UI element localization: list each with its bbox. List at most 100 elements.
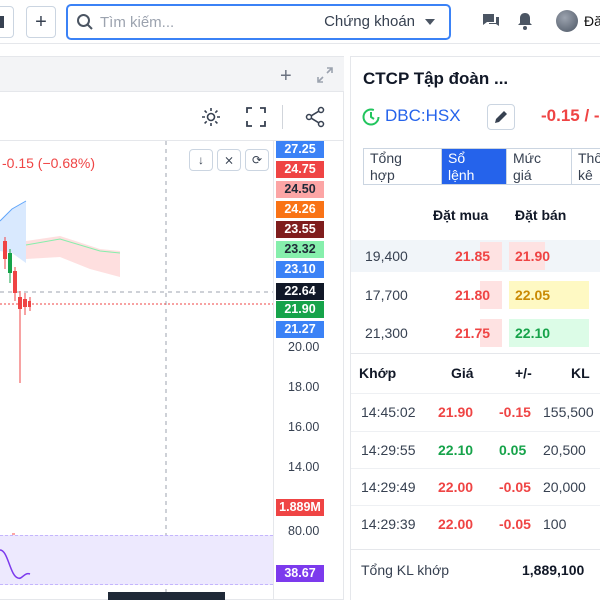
bell-icon[interactable] (516, 11, 534, 31)
order-volume: 21,300 (365, 325, 408, 341)
chart-change-text: -0.15 (−0.68%) (2, 155, 95, 171)
toolbar-divider (282, 105, 283, 129)
trade-volume: 155,500 (543, 404, 594, 420)
tab-statistics[interactable]: Thố kê (572, 149, 600, 184)
chart-mini-controls: ↓ ⨯ ⟳ (189, 149, 269, 171)
price-axis-label: 1.889M (276, 499, 324, 516)
search-icon (77, 14, 93, 30)
chart-panel-header: + (0, 57, 344, 92)
ask-price: 22.05 (515, 287, 551, 303)
ask-price: 21.90 (515, 248, 551, 264)
price-axis[interactable]: 27.25 24.75 24.50 24.26 23.55 23.32 23.10 22.64… (273, 141, 343, 600)
tab-summary[interactable]: Tổng hợp (364, 149, 442, 184)
bid-header: Đặt mua (433, 207, 489, 223)
edit-button[interactable] (487, 104, 515, 130)
order-volume: 17,700 (365, 287, 408, 303)
tab-statistics-line2: kê (578, 167, 593, 183)
collapse-icon: ⨯ (223, 153, 235, 167)
price-axis-label: 21.27 (276, 321, 324, 338)
fullscreen-icon[interactable] (245, 106, 267, 128)
company-name: CTCP Tập đoàn ... (363, 69, 509, 88)
trade-volume: 100 (543, 516, 567, 532)
add-tab-button[interactable]: + (26, 6, 56, 38)
search-category-label: Chứng khoán (324, 13, 415, 30)
share-icon[interactable] (304, 106, 326, 128)
search-input[interactable]: Tìm kiếm... (100, 14, 174, 31)
price-axis-label: 14.00 (288, 460, 320, 474)
order-book-row[interactable]: 19,400 21.85 21.90 (351, 240, 600, 272)
bid-price: 21.85 (455, 248, 491, 264)
plus-icon[interactable]: + (280, 65, 292, 88)
collapse-button[interactable]: ⨯ (217, 149, 241, 171)
tab-order-book[interactable]: Sổ lệnh (442, 149, 507, 184)
stock-detail-panel: CTCP Tập đoàn ... DBC:HSX -0.15 / -0 Tổn… (350, 56, 600, 600)
price-axis-label: 23.55 (276, 221, 324, 238)
price-axis-label: 24.26 (276, 201, 324, 218)
chat-icon[interactable] (481, 11, 501, 31)
price-axis-label: 21.90 (276, 301, 324, 318)
divider (351, 353, 600, 354)
tab-summary-line1: Tổng (370, 150, 402, 166)
menu-button[interactable] (0, 6, 14, 38)
avatar[interactable] (556, 10, 578, 32)
trade-volume: 20,500 (543, 442, 586, 458)
gear-icon[interactable] (200, 106, 222, 128)
trade-row[interactable]: 14:29:49 22.00 -0.05 20,000 (351, 468, 600, 504)
trade-change: -0.05 (499, 479, 531, 495)
pencil-icon (495, 111, 507, 123)
trade-time: 14:29:49 (361, 479, 416, 495)
bid-price: 21.80 (455, 287, 491, 303)
tab-price-levels[interactable]: Mức giá (507, 149, 572, 184)
tab-statistics-line1: Thố (578, 150, 600, 166)
total-volume-row: Tổng KL khớp 1,889,100 (351, 549, 600, 589)
order-book-row[interactable]: 17,700 21.80 22.05 (351, 279, 600, 311)
grid-icon (0, 16, 4, 28)
trade-time: 14:29:55 (361, 442, 416, 458)
trade-price: 22.00 (438, 516, 474, 532)
price-axis-label: 24.50 (276, 181, 324, 198)
trade-change: 0.05 (499, 442, 527, 458)
tab-order-book-line1: Sổ (448, 150, 466, 166)
trade-time: 14:29:39 (361, 516, 416, 532)
price-axis-label: 22.64 (276, 283, 324, 300)
trade-change: -0.05 (499, 516, 531, 532)
price-chart[interactable] (0, 141, 273, 600)
timeline-scrollbar[interactable] (108, 592, 225, 600)
plus-icon: + (35, 10, 47, 33)
arrow-down-icon: ↓ (198, 153, 204, 167)
price-axis-label: 27.25 (276, 141, 324, 158)
rsi-panel[interactable] (0, 535, 273, 585)
price-axis-label: 24.75 (276, 161, 324, 178)
trades-header-time: Khớp (359, 365, 397, 381)
ticker-row: DBC:HSX -0.15 / -0 (361, 102, 600, 132)
trade-time: 14:45:02 (361, 404, 416, 420)
detail-tabs: Tổng hợp Sổ lệnh Mức giá Thố kê (363, 148, 600, 185)
trade-row[interactable]: 14:45:02 21.90 -0.15 155,500 (351, 393, 600, 429)
total-volume-label: Tổng KL khớp (361, 562, 450, 578)
price-axis-label: 20.00 (288, 340, 320, 354)
reset-button[interactable]: ⟳ (245, 149, 269, 171)
search-box[interactable]: Tìm kiếm... Chứng khoán (66, 4, 451, 40)
chart-panel: + -0.15 (−0.68%) ↓ ⨯ ⟳ 27.25 24.75 24.50… (0, 56, 344, 600)
ticker-symbol[interactable]: DBC:HSX (385, 106, 461, 126)
user-name[interactable]: Đă (584, 13, 600, 29)
trade-row[interactable]: 14:29:39 22.00 -0.05 100 (351, 505, 600, 541)
tab-price-levels-line1: Mức (513, 150, 542, 166)
trade-price: 21.90 (438, 404, 474, 420)
chevron-down-icon (425, 18, 435, 25)
price-axis-label: 38.67 (276, 565, 324, 582)
scroll-down-button[interactable]: ↓ (189, 149, 213, 171)
price-axis-label: 80.00 (288, 524, 320, 538)
expand-icon[interactable] (316, 66, 334, 84)
ask-price: 22.10 (515, 325, 551, 341)
reset-icon: ⟳ (251, 153, 263, 167)
bid-price: 21.75 (455, 325, 491, 341)
search-category-select[interactable]: Chứng khoán (324, 13, 435, 30)
order-volume: 19,400 (365, 248, 408, 264)
trades-header-change: +/- (515, 365, 532, 381)
trade-row[interactable]: 14:29:55 22.10 0.05 20,500 (351, 431, 600, 467)
price-axis-label: 23.32 (276, 241, 324, 258)
tab-price-levels-line2: giá (513, 167, 532, 183)
trade-volume: 20,000 (543, 479, 586, 495)
order-book-row[interactable]: 21,300 21.75 22.10 (351, 317, 600, 349)
